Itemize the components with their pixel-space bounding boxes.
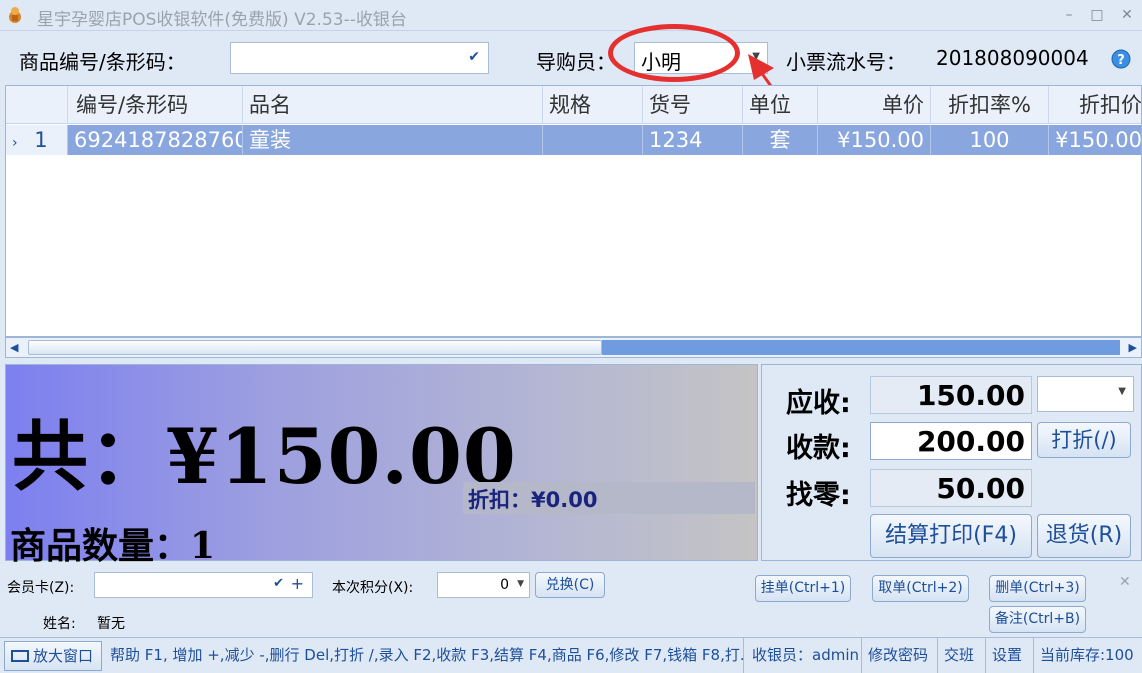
receipt-number: 201808090004: [936, 46, 1089, 70]
row-index-cell: › 1: [6, 125, 68, 155]
change-password-link[interactable]: 修改密码: [862, 638, 938, 673]
cell-price[interactable]: ¥150.00: [818, 125, 931, 155]
col-header-unit[interactable]: 单位: [743, 86, 818, 124]
enlarge-window-label: 放大窗口: [33, 647, 94, 665]
receivable-value: 150.00: [870, 376, 1032, 414]
maximize-button[interactable]: □: [1086, 4, 1108, 26]
row-index: 1: [34, 128, 48, 152]
salesperson-select[interactable]: 小明 ▼: [634, 42, 768, 74]
change-value: 50.00: [870, 469, 1032, 507]
item-quantity: 商品数量：1: [10, 525, 216, 567]
cell-spec[interactable]: [543, 125, 643, 155]
col-header-spec[interactable]: 规格: [543, 86, 643, 124]
cell-unit[interactable]: 套: [743, 125, 818, 155]
salesperson-label: 导购员：: [536, 50, 616, 74]
discount-button[interactable]: 打折(/): [1037, 422, 1131, 458]
svg-text:?: ?: [1117, 53, 1125, 68]
col-header-name[interactable]: 品名: [243, 86, 543, 124]
cell-rate[interactable]: 100: [931, 125, 1049, 155]
exchange-button[interactable]: 兑换(C): [535, 572, 605, 598]
checkout-print-button[interactable]: 结算打印(F4): [870, 514, 1032, 558]
minimize-button[interactable]: –: [1058, 4, 1080, 26]
items-grid: 编号/条形码 品名 规格 货号 单位 单价 折扣率% 折扣价 › 1 69241…: [5, 85, 1142, 337]
cell-name[interactable]: 童装: [243, 125, 543, 155]
col-header-disc-price[interactable]: 折扣价: [1049, 86, 1141, 124]
scroll-left-icon[interactable]: ◀: [10, 341, 18, 354]
grid-header: 编号/条形码 品名 规格 货号 单位 单价 折扣率% 折扣价: [6, 86, 1141, 124]
close-icon[interactable]: ✕: [1119, 574, 1131, 590]
help-icon[interactable]: ?: [1111, 49, 1131, 69]
window-icon: [11, 650, 29, 662]
scroll-track[interactable]: [602, 340, 1120, 355]
receivable-label: 应收:: [786, 388, 851, 419]
dropdown-arrow-icon[interactable]: ▼: [1118, 386, 1126, 397]
col-header-item-no[interactable]: 货号: [643, 86, 743, 124]
handover-link[interactable]: 交班: [938, 638, 986, 673]
row-pointer-icon: ›: [12, 135, 18, 151]
cell-item-no[interactable]: 1234: [643, 125, 743, 155]
close-button[interactable]: ✕: [1116, 4, 1138, 26]
table-row[interactable]: › 1 6924187828760 童装 1234 套 ¥150.00 100 …: [6, 125, 1141, 155]
enlarge-window-button[interactable]: 放大窗口: [4, 641, 102, 671]
check-icon[interactable]: ✔: [273, 576, 284, 591]
delete-order-button[interactable]: 删单(Ctrl+3): [989, 575, 1086, 602]
note-button[interactable]: 备注(Ctrl+B): [989, 606, 1086, 633]
discount-amount: 折扣：¥0.00: [468, 488, 598, 512]
cell-code[interactable]: 6924187828760: [68, 125, 243, 155]
barcode-input[interactable]: ✔: [230, 42, 489, 74]
paid-input[interactable]: 200.00: [870, 422, 1032, 460]
status-bar: 放大窗口 帮助 F1, 增加 +,减少 -,删行 Del,打折 /,录入 F2,…: [0, 637, 1142, 673]
scroll-right-icon[interactable]: ▶: [1129, 341, 1137, 354]
col-header-code[interactable]: 编号/条形码: [68, 86, 243, 124]
chevron-down-icon[interactable]: ✔: [468, 49, 480, 65]
return-button[interactable]: 退货(R): [1037, 514, 1131, 558]
col-header-price[interactable]: 单价: [818, 86, 931, 124]
name-value: 暂无: [97, 616, 125, 632]
col-header-rate[interactable]: 折扣率%: [931, 86, 1049, 124]
scroll-thumb[interactable]: [28, 340, 602, 355]
cashier-label: 收银员：admin: [746, 638, 862, 673]
payment-method-select[interactable]: ▼: [1037, 376, 1134, 412]
points-label: 本次积分(X):: [332, 580, 414, 596]
app-icon: [9, 7, 21, 23]
col-header-index: [6, 86, 68, 124]
settings-link[interactable]: 设置: [986, 638, 1034, 673]
hold-order-button[interactable]: 挂单(Ctrl+1): [755, 575, 851, 602]
stock-label: 当前库存:100: [1040, 646, 1134, 664]
barcode-label: 商品编号/条形码：: [19, 50, 186, 74]
help-text: 帮助 F1, 增加 +,减少 -,删行 Del,打折 /,录入 F2,收款 F3…: [104, 638, 744, 673]
dropdown-arrow-icon[interactable]: ▼: [752, 51, 760, 62]
cell-disc-price[interactable]: ¥150.00: [1049, 125, 1141, 155]
salesperson-value: 小明: [641, 50, 681, 74]
window-title: 星宇孕婴店POS收银软件(免费版) V2.53--收银台: [37, 10, 407, 30]
points-spinner[interactable]: 0 ▼: [437, 572, 530, 598]
retrieve-order-button[interactable]: 取单(Ctrl+2): [872, 575, 969, 602]
points-value: 0: [500, 577, 509, 593]
horizontal-scrollbar[interactable]: ◀ ▶: [5, 337, 1142, 358]
member-card-input[interactable]: ✔ +: [94, 572, 313, 598]
dropdown-arrow-icon[interactable]: ▼: [517, 579, 524, 589]
change-label: 找零:: [786, 480, 851, 511]
member-card-label: 会员卡(Z):: [7, 580, 75, 596]
name-label: 姓名:: [43, 616, 76, 632]
receipt-label: 小票流水号：: [786, 50, 906, 74]
add-icon[interactable]: +: [291, 574, 304, 593]
total-amount: 共：¥150.00: [12, 412, 517, 501]
paid-label: 收款:: [786, 433, 851, 464]
